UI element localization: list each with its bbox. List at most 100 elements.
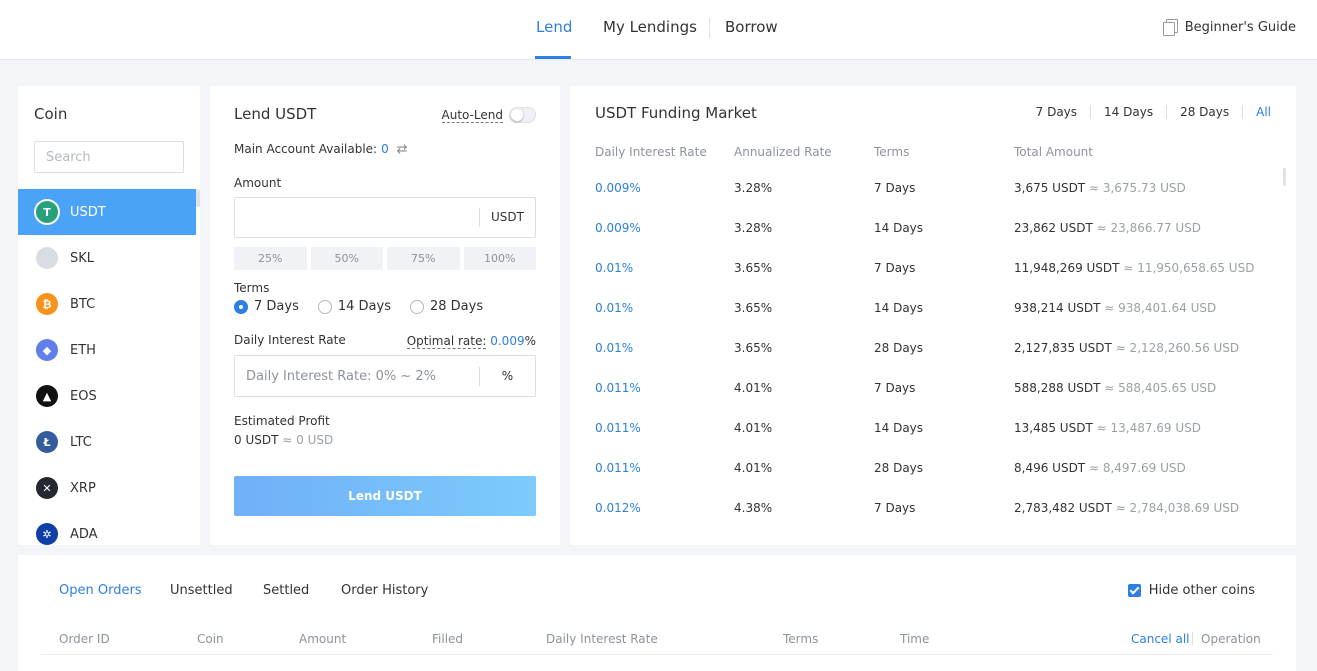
market-amount-cell: 588,288 USDT ≈ 588,405.65 USD [1014,381,1216,395]
percent-50-button[interactable]: 50% [310,247,383,270]
term-option-label: 7 Days [254,299,299,314]
term-28-days-radio[interactable]: 28 Days [409,299,483,314]
coin-search-input[interactable] [34,141,184,173]
auto-lend-toggle[interactable] [509,107,536,123]
amount-usdt: 3,675 USDT [1014,181,1086,195]
coin-item-eos[interactable]: ▲ EOS [18,373,196,419]
market-term-cell: 7 Days [874,261,916,275]
market-row[interactable]: 0.011% 4.01% 7 Days 588,288 USDT ≈ 588,405.… [570,381,1270,421]
market-rate-cell[interactable]: 0.01% [595,301,633,315]
tab-unsettled[interactable]: Unsettled [170,583,233,598]
period-7-days-tab[interactable]: 7 Days [1023,105,1090,119]
eth-icon: ◆ [36,339,58,361]
market-scrollbar[interactable] [1283,168,1286,186]
cancel-all-button[interactable]: Cancel all [1131,632,1190,646]
daily-rate-unit: % [479,367,535,386]
coin-panel-title: Coin [34,105,68,123]
tab-my-lendings[interactable]: My Lendings [603,18,697,36]
hide-other-coins-checkbox[interactable]: Hide other coins [1127,583,1255,598]
auto-lend-label[interactable]: Auto-Lend [441,108,503,123]
market-row[interactable]: 0.011% 4.01% 28 Days 8,496 USDT ≈ 8,497.69 … [570,461,1270,501]
market-rate-cell[interactable]: 0.011% [595,421,641,435]
daily-rate-input[interactable] [235,356,479,396]
transfer-arrows-icon[interactable]: ⇄ [397,142,408,157]
coin-item-skl[interactable]: SKL [18,235,196,281]
market-row[interactable]: 0.012% 4.38% 7 Days 2,783,482 USDT ≈ 2,784,… [570,501,1270,541]
market-row[interactable]: 0.01% 3.65% 14 Days 938,214 USDT ≈ 938,401.… [570,301,1270,341]
market-rate-cell[interactable]: 0.01% [595,261,633,275]
coin-item-eth[interactable]: ◆ ETH [18,327,196,373]
amount-usd: ≈ 3,675.73 USD [1088,181,1186,195]
amount-input[interactable] [235,198,479,237]
estimated-profit-label: Estimated Profit [234,414,330,428]
ltc-icon: Ł [36,431,58,453]
market-rate-cell[interactable]: 0.011% [595,381,641,395]
funding-market-panel: USDT Funding Market 7 Days 14 Days 28 Da… [570,86,1296,545]
market-annual-cell: 3.65% [734,341,773,355]
market-rate-cell[interactable]: 0.009% [595,221,641,235]
market-row[interactable]: 0.01% 3.65% 7 Days 11,948,269 USDT ≈ 11,950… [570,261,1270,301]
market-rate-cell[interactable]: 0.009% [595,181,641,195]
coin-item-usdt[interactable]: T USDT [18,189,196,235]
amount-usdt: 2,783,482 USDT [1014,501,1112,515]
market-row[interactable]: 0.01% 3.65% 28 Days 2,127,835 USDT ≈ 2,128,… [570,341,1270,381]
period-14-days-tab[interactable]: 14 Days [1090,105,1166,119]
coin-item-btc[interactable]: ₿ BTC [18,281,196,327]
market-amount-cell: 8,496 USDT ≈ 8,497.69 USD [1014,461,1186,475]
percent-75-button[interactable]: 75% [387,247,460,270]
lend-form-panel: Lend USDT Auto-Lend Main Account Availab… [210,86,560,545]
coin-symbol: EOS [70,388,97,404]
optimal-rate-suffix: % [524,334,536,348]
beginners-guide-link[interactable]: Beginner's Guide [1162,19,1296,36]
market-rate-cell[interactable]: 0.011% [595,461,641,475]
market-term-cell: 7 Days [874,181,916,195]
market-amount-cell: 938,214 USDT ≈ 938,401.64 USD [1014,301,1216,315]
amount-usd: ≈ 11,950,658.65 USD [1123,261,1255,275]
period-all-tab[interactable]: All [1242,105,1271,119]
coin-item-xrp[interactable]: ✕ XRP [18,465,196,511]
header-operation: Operation [1201,632,1261,646]
term-option-label: 14 Days [337,299,391,314]
market-term-cell: 7 Days [874,501,916,515]
tab-settled[interactable]: Settled [263,583,309,598]
period-28-days-tab[interactable]: 28 Days [1166,105,1242,119]
header-amount: Amount [299,632,347,646]
market-rate-cell[interactable]: 0.01% [595,341,633,355]
terms-label: Terms [234,281,270,295]
market-term-cell: 28 Days [874,461,924,475]
coin-item-ltc[interactable]: Ł LTC [18,419,196,465]
header-terms: Terms [874,145,910,159]
percent-100-button[interactable]: 100% [463,247,536,270]
coin-list-scrollbar[interactable] [196,189,200,207]
orders-panel: Open Orders Unsettled Settled Order Hist… [18,555,1296,671]
eos-icon: ▲ [36,385,58,407]
amount-field: USDT [234,197,536,238]
amount-usd: ≈ 588,405.65 USD [1104,381,1217,395]
active-tab-indicator [535,56,571,59]
percent-25-button[interactable]: 25% [234,247,307,270]
orders-header-rule [41,654,1273,655]
available-label: Main Account Available: [234,142,378,156]
tab-open-orders[interactable]: Open Orders [59,583,142,598]
market-rate-cell[interactable]: 0.012% [595,501,641,515]
header-coin: Coin [197,632,224,646]
top-nav: Lend My Lendings Borrow Beginner's Guide [0,0,1317,60]
market-row[interactable]: 0.009% 3.28% 14 Days 23,862 USDT ≈ 23,866.7… [570,221,1270,261]
tab-order-history[interactable]: Order History [341,583,428,598]
guide-book-icon [1162,19,1178,36]
coin-symbol: BTC [70,296,96,312]
amount-usdt: 8,496 USDT [1014,461,1086,475]
tab-lend[interactable]: Lend [536,18,572,36]
market-row[interactable]: 0.011% 4.01% 14 Days 13,485 USDT ≈ 13,487.6… [570,421,1270,461]
optimal-rate[interactable]: Optimal rate: 0.009% [406,334,536,349]
term-7-days-radio[interactable]: 7 Days [234,299,299,314]
lend-form-title: Lend USDT [234,105,317,123]
coin-item-ada[interactable]: ✲ ADA [18,511,196,545]
market-term-cell: 28 Days [874,341,924,355]
lend-submit-button[interactable]: Lend USDT [234,476,536,516]
tab-borrow[interactable]: Borrow [725,18,778,36]
amount-usdt: 588,288 USDT [1014,381,1101,395]
term-14-days-radio[interactable]: 14 Days [317,299,391,314]
market-amount-cell: 13,485 USDT ≈ 13,487.69 USD [1014,421,1201,435]
market-row[interactable]: 0.009% 3.28% 7 Days 3,675 USDT ≈ 3,675.73 U… [570,181,1270,221]
